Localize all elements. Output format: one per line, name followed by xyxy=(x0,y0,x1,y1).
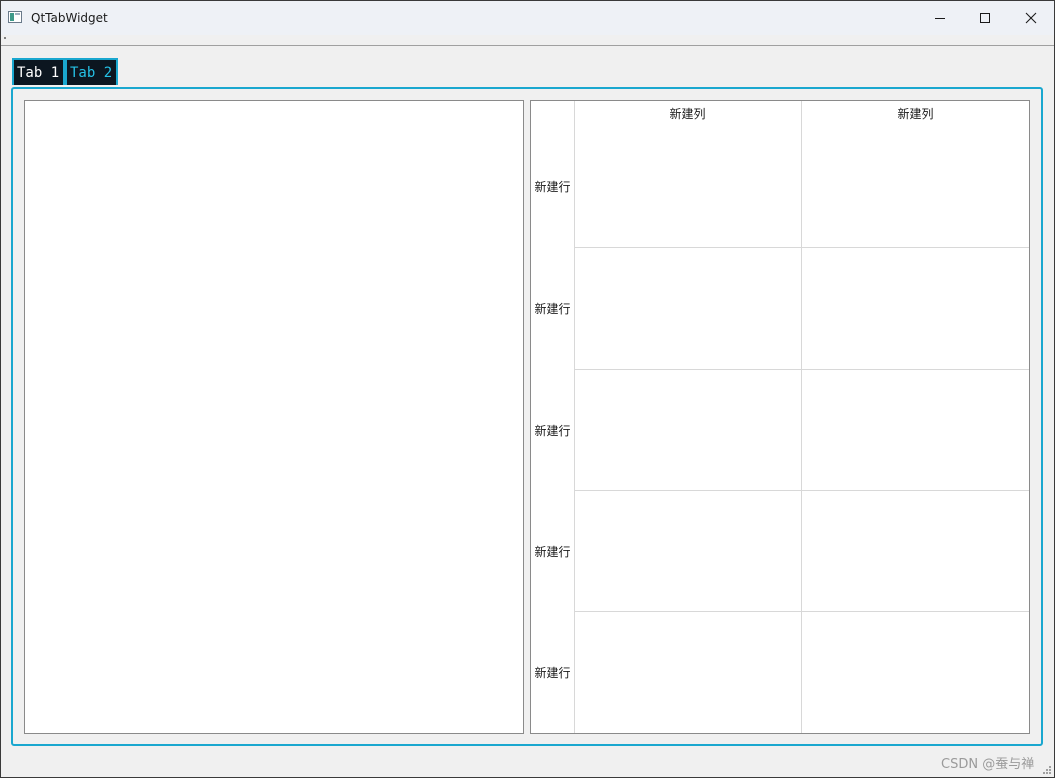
row-header[interactable]: 新建行 xyxy=(531,370,574,490)
table-cell[interactable] xyxy=(575,612,801,733)
resize-grip-icon[interactable] xyxy=(1042,765,1052,775)
row-header[interactable]: 新建行 xyxy=(531,125,574,247)
close-button[interactable] xyxy=(1008,1,1054,35)
app-icon xyxy=(8,11,22,23)
menu-bar xyxy=(1,35,1054,46)
table-cell[interactable] xyxy=(575,248,801,369)
table-cell[interactable] xyxy=(802,248,1029,369)
row-header[interactable]: 新建行 xyxy=(531,612,574,733)
watermark: CSDN @蚕与禅 xyxy=(941,757,1035,772)
main-window: QtTabWidget Tab 1 Tab 2 新建列 新建列 新建行 新建行 … xyxy=(0,0,1055,778)
minimize-button[interactable] xyxy=(917,1,963,35)
window-title: QtTabWidget xyxy=(31,11,108,25)
table-cell[interactable] xyxy=(802,125,1029,247)
column-header[interactable]: 新建列 xyxy=(574,101,801,125)
title-bar[interactable]: QtTabWidget xyxy=(1,1,1054,35)
table-cell[interactable] xyxy=(802,491,1029,611)
table-cell[interactable] xyxy=(575,125,801,247)
row-header[interactable]: 新建行 xyxy=(531,491,574,611)
maximize-icon xyxy=(980,13,990,23)
column-header[interactable]: 新建列 xyxy=(802,101,1029,125)
row-header[interactable]: 新建行 xyxy=(531,248,574,369)
table-widget[interactable]: 新建列 新建列 新建行 新建行 新建行 新建行 新建行 xyxy=(530,100,1030,734)
table-cell[interactable] xyxy=(575,491,801,611)
list-view[interactable] xyxy=(24,100,524,734)
table-cell[interactable] xyxy=(802,612,1029,733)
tab-1[interactable]: Tab 1 xyxy=(12,58,65,85)
close-icon xyxy=(1025,12,1037,24)
tab-2[interactable]: Tab 2 xyxy=(65,58,118,85)
menu-bar-dot xyxy=(4,37,6,39)
maximize-button[interactable] xyxy=(962,1,1008,35)
table-cell[interactable] xyxy=(802,370,1029,490)
minimize-icon xyxy=(935,18,945,19)
table-cell[interactable] xyxy=(575,370,801,490)
